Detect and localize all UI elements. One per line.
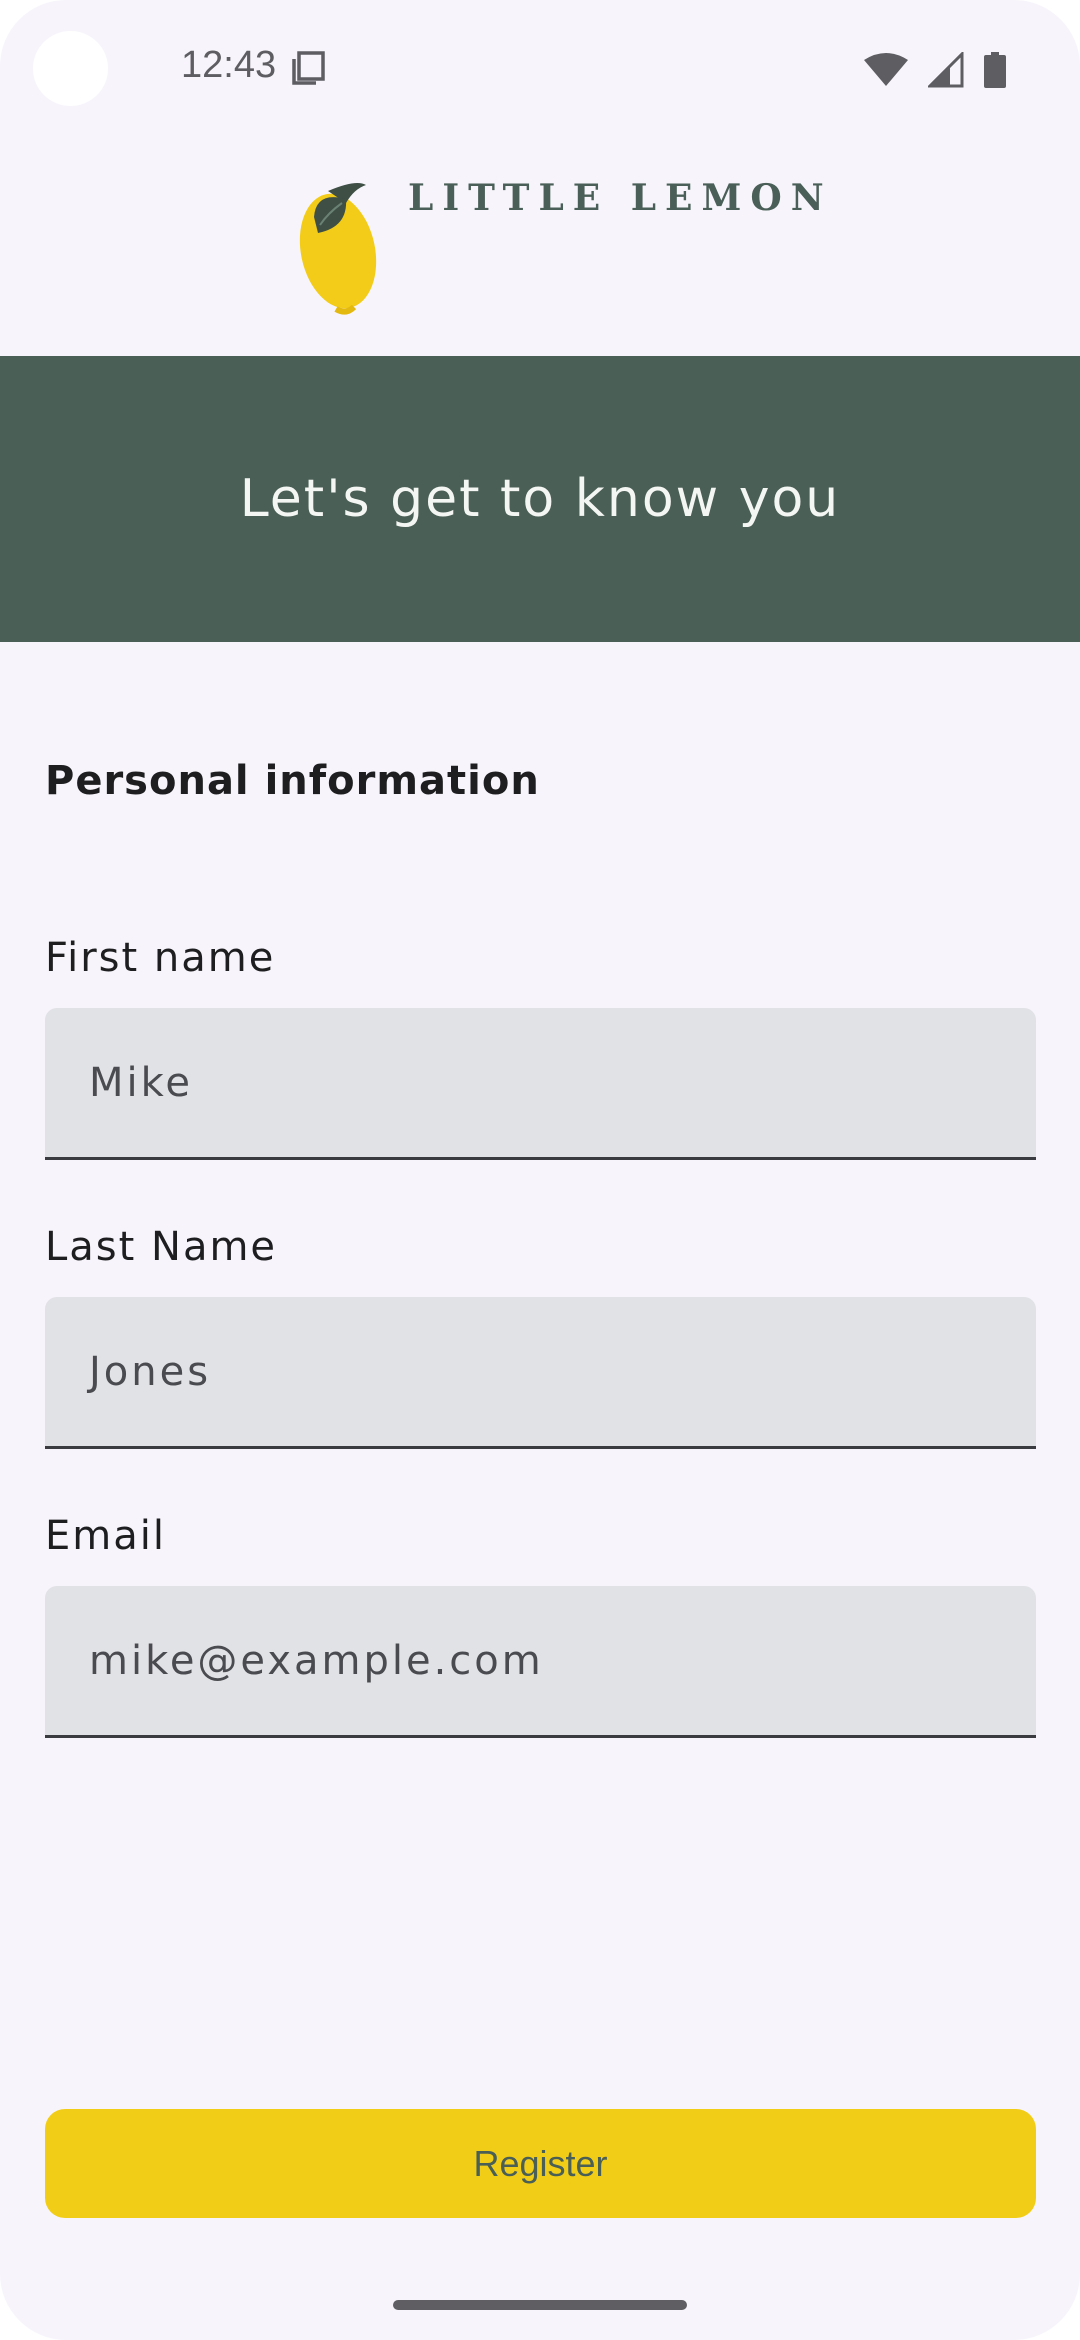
- last-name-value: Jones: [89, 1348, 212, 1395]
- last-name-label: Last Name: [45, 1224, 278, 1270]
- wifi-icon: [864, 53, 908, 91]
- app-screen: 12:43 LITTLE LEMON Let's get to know you…: [0, 0, 1080, 2340]
- home-indicator[interactable]: [393, 2300, 687, 2310]
- last-name-field[interactable]: Jones: [45, 1297, 1036, 1449]
- email-value: mike@example.com: [89, 1637, 544, 1684]
- first-name-field[interactable]: Mike: [45, 1008, 1036, 1160]
- cell-signal-icon: [926, 50, 964, 92]
- copy-icon: [290, 50, 326, 90]
- register-button[interactable]: Register: [45, 2109, 1036, 2218]
- status-icons: [864, 50, 1006, 92]
- register-label: Register: [473, 2142, 608, 2184]
- lemon-logo-icon: [299, 183, 377, 315]
- battery-icon: [984, 52, 1006, 92]
- brand-logo: LITTLE LEMON: [298, 177, 833, 315]
- brand-name: LITTLE LEMON: [408, 177, 833, 219]
- status-time: 12:43: [181, 44, 277, 86]
- first-name-label: First name: [45, 935, 276, 981]
- section-title: Personal information: [45, 758, 540, 804]
- hero-banner: Let's get to know you: [0, 356, 1080, 642]
- hero-title: Let's get to know you: [239, 469, 841, 529]
- first-name-value: Mike: [89, 1059, 193, 1106]
- camera-cutout: [33, 31, 108, 106]
- email-label: Email: [45, 1513, 166, 1559]
- email-field[interactable]: mike@example.com: [45, 1586, 1036, 1738]
